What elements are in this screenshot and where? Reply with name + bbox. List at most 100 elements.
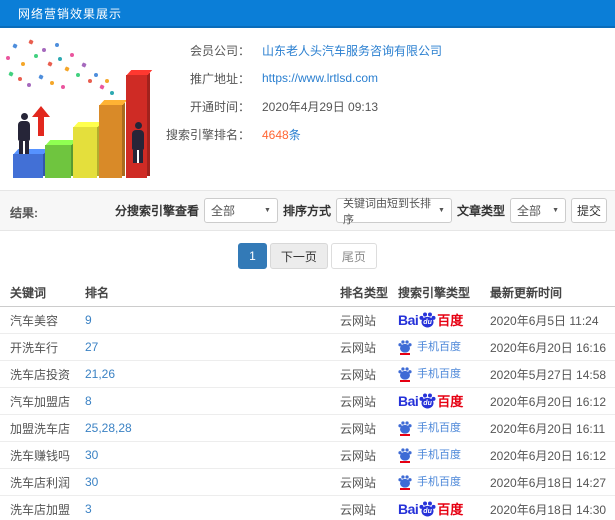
baidu-paw-icon: du — [419, 393, 436, 409]
update-time-cell: 2020年6月20日 16:12 — [490, 394, 607, 409]
baidu-cn-text: 百度 — [437, 312, 464, 328]
keyword-cell: 汽车加盟店 — [10, 394, 71, 409]
table-row: 开洗车行 27 云网站 Bai du 百度 手机百度 2020年6月20日 16… — [0, 334, 615, 361]
next-page-button[interactable]: 下一页 — [269, 243, 328, 269]
update-time-cell: 2020年6月20日 16:11 — [490, 421, 606, 436]
bar-orange — [99, 105, 122, 178]
promotion-url-link[interactable]: https://www.lrtlsd.com — [262, 71, 378, 85]
keyword-cell: 洗车店利润 — [10, 475, 71, 490]
keyword-ranking-table: 关键词 排名 排名类型 搜索引擎类型 最新更新时间 汽车美容 9 云网站 Bai… — [0, 279, 615, 520]
engine-cell: Bai du 百度 手机百度 — [398, 474, 490, 490]
rank-type-cell: 云网站 — [340, 502, 377, 517]
engine-cell: Bai du 百度 手机百度 — [398, 312, 490, 328]
baidu-du-text: du — [423, 319, 432, 326]
baidu-logo: Bai du 百度 — [398, 312, 463, 328]
engine-rank-row: 搜索引擎排名： 4648条 — [150, 120, 610, 148]
engine-rank-count: 4648 — [262, 127, 289, 142]
table-header-row: 关键词 排名 排名类型 搜索引擎类型 最新更新时间 — [0, 279, 615, 307]
article-type-value: 全部 — [517, 204, 542, 218]
baidu-paw-icon: du — [419, 312, 436, 328]
chevron-down-icon: ▼ — [264, 207, 271, 214]
baidu-du-text: du — [423, 508, 432, 515]
mobile-baidu-logo: 手机百度 — [398, 420, 461, 436]
mobile-baidu-paw-icon — [398, 447, 412, 463]
article-type-label: 文章类型 — [456, 204, 505, 218]
chevron-down-icon: ▼ — [552, 207, 559, 214]
member-info-panel: 会员公司： 山东老人头汽车服务咨询有限公司 推广地址： https://www.… — [150, 36, 610, 148]
baidu-cn-text: 百度 — [437, 393, 464, 409]
mobile-baidu-logo: 手机百度 — [398, 366, 461, 382]
table-row: 汽车美容 9 云网站 Bai du 百度 手机百度 2020年6月5日 11:2… — [0, 307, 615, 334]
sort-filter-select[interactable]: 关键词由短到长排序 ▼ — [335, 198, 452, 226]
baidu-logo: Bai du 百度 — [398, 393, 463, 409]
baidu-bai-text: Bai — [398, 393, 419, 409]
bar-yellow — [73, 127, 97, 178]
mobile-baidu-underline — [400, 460, 410, 463]
page-1-button[interactable]: 1 — [238, 243, 267, 269]
engine-cell: Bai du 百度 手机百度 — [398, 366, 490, 382]
rank-type-cell: 云网站 — [340, 394, 377, 409]
engine-filter-label: 分搜索引擎查看 — [114, 204, 199, 218]
rank-link[interactable]: 3 — [85, 502, 92, 516]
promotion-url-row: 推广地址： https://www.lrtlsd.com — [150, 64, 610, 92]
rank-link[interactable]: 9 — [85, 313, 92, 327]
sort-filter-value: 关键词由短到长排序 — [342, 197, 431, 226]
engine-cell: Bai du 百度 手机百度 — [398, 420, 490, 436]
submit-button[interactable]: 提交 — [571, 198, 607, 223]
table-row: 洗车店投资 21,26 云网站 Bai du 百度 手机百度 2020年5月27… — [0, 361, 615, 388]
engine-cell: Bai du 百度 手机百度 — [398, 447, 490, 463]
rank-link[interactable]: 30 — [85, 475, 98, 489]
bar-green — [45, 145, 71, 178]
keyword-cell: 开洗车行 — [10, 340, 59, 355]
businessman-figure-left — [17, 113, 31, 154]
baidu-bai-text: Bai — [398, 312, 419, 328]
rank-type-cell: 云网站 — [340, 367, 377, 382]
promotion-url-label: 推广地址： — [189, 71, 250, 86]
rank-link[interactable]: 8 — [85, 394, 92, 408]
member-company-row: 会员公司： 山东老人头汽车服务咨询有限公司 — [150, 36, 610, 64]
table-row: 洗车店加盟 3 云网站 Bai du 百度 手机百度 2020年6月18日 14… — [0, 496, 615, 520]
mobile-baidu-logo: 手机百度 — [398, 447, 461, 463]
page-title: 网络营销效果展示 — [18, 6, 123, 21]
engine-rank-unit: 条 — [288, 127, 301, 142]
rank-link[interactable]: 30 — [85, 448, 98, 462]
rank-link[interactable]: 21,26 — [85, 367, 115, 381]
update-time-cell: 2020年6月20日 16:12 — [490, 448, 607, 463]
article-type-select[interactable]: 全部 ▼ — [510, 198, 566, 223]
engine-filter-select[interactable]: 全部 ▼ — [203, 198, 278, 223]
rank-link[interactable]: 27 — [85, 340, 98, 354]
businessman-figure-right — [131, 122, 145, 163]
mobile-baidu-logo: 手机百度 — [398, 339, 461, 355]
mobile-baidu-logo: 手机百度 — [398, 474, 461, 490]
member-company-label: 会员公司： — [189, 43, 250, 58]
rank-type-cell: 云网站 — [340, 313, 377, 328]
result-label: 结果: — [10, 206, 38, 220]
baidu-cn-text: 百度 — [437, 501, 464, 517]
mobile-baidu-underline — [400, 379, 410, 382]
update-time-cell: 2020年5月27日 14:58 — [490, 367, 607, 382]
col-keyword: 关键词 — [10, 286, 47, 300]
engine-filter-value: 全部 — [210, 204, 235, 218]
baidu-du-text: du — [423, 400, 432, 407]
mobile-baidu-text: 手机百度 — [417, 367, 461, 380]
table-row: 加盟洗车店 25,28,28 云网站 Bai du 百度 手机百度 2020年6… — [0, 415, 615, 442]
last-page-button[interactable]: 尾页 — [330, 243, 377, 269]
header-bar: 网络营销效果展示 — [0, 0, 615, 28]
rank-link[interactable]: 25,28,28 — [85, 421, 132, 435]
table-row: 汽车加盟店 8 云网站 Bai du 百度 手机百度 2020年6月20日 16… — [0, 388, 615, 415]
member-company-link[interactable]: 山东老人头汽车服务咨询有限公司 — [262, 42, 442, 59]
col-rank-type: 排名类型 — [340, 286, 389, 300]
mobile-baidu-text: 手机百度 — [417, 448, 461, 461]
engine-cell: Bai du 百度 手机百度 — [398, 339, 490, 355]
open-time-value: 2020年4月29日 09:13 — [262, 99, 379, 114]
rank-type-cell: 云网站 — [340, 475, 377, 490]
keyword-cell: 洗车店加盟 — [10, 502, 71, 517]
update-time-cell: 2020年6月18日 14:30 — [490, 502, 607, 517]
engine-rank-label: 搜索引擎排名： — [165, 127, 250, 142]
mobile-baidu-underline — [400, 352, 410, 355]
bar-blue — [13, 154, 43, 178]
baidu-paw-icon: du — [419, 501, 436, 517]
mobile-baidu-text: 手机百度 — [417, 421, 461, 434]
rank-type-cell: 云网站 — [340, 340, 377, 355]
keyword-cell: 洗车赚钱吗 — [10, 448, 71, 463]
